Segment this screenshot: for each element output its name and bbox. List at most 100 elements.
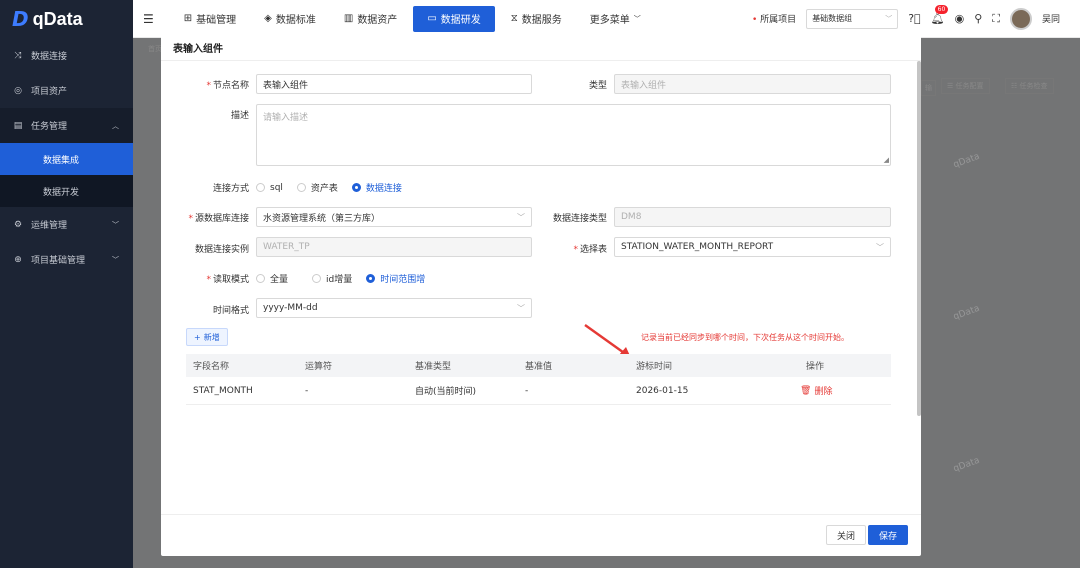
col-base-type: 基准类型 bbox=[415, 362, 452, 372]
menu-toggle-icon[interactable]: ☰ bbox=[143, 12, 154, 26]
plus-icon: + bbox=[194, 332, 201, 342]
type-input[interactable]: 表输入组件 bbox=[614, 74, 891, 94]
radio-time-range[interactable]: 时间范围增 bbox=[366, 272, 425, 285]
nav-basic-management[interactable]: ⊞ 基础管理 bbox=[172, 7, 248, 31]
sidebar-item-ops-management[interactable]: ⚙ 运维管理 ﹀ bbox=[0, 207, 133, 242]
add-row-button[interactable]: + 新增 bbox=[186, 328, 228, 346]
globe-icon: ⊕ bbox=[14, 254, 22, 265]
close-button[interactable]: 关闭 bbox=[825, 525, 866, 545]
table-input-modal: 表输入组件 * 节点名称 表输入组件 类型 表输入组件 描述 请输入描述 ◢ 连接方… bbox=[161, 35, 921, 556]
radio-label: sql bbox=[270, 182, 283, 193]
nav-label: 数据资产 bbox=[357, 15, 398, 26]
modal-footer: 关闭 保存 bbox=[161, 514, 921, 556]
nav-data-rd[interactable]: ▭ 数据研发 bbox=[413, 5, 495, 32]
sidebar-item-data-connection[interactable]: ⤨ 数据连接 bbox=[0, 38, 133, 73]
source-db-label-text: 源数据库连接 bbox=[194, 214, 249, 224]
user-name[interactable]: 吴同 bbox=[1042, 12, 1060, 25]
sidebar-item-label: 数据集成 bbox=[43, 155, 80, 166]
radio-circle bbox=[312, 274, 322, 283]
nav-data-service[interactable]: ⧖ 数据服务 bbox=[499, 7, 574, 31]
sidebar-item-project-assets[interactable]: ◎ 项目资产 bbox=[0, 73, 133, 108]
radio-label: 数据连接 bbox=[365, 184, 402, 194]
node-name-label-text: 节点名称 bbox=[212, 81, 249, 91]
desc-label: 描述 bbox=[230, 111, 249, 121]
resize-handle-icon[interactable]: ◢ bbox=[884, 156, 889, 164]
avatar[interactable] bbox=[1009, 7, 1032, 30]
app-root: D qData ⤨ 数据连接 ◎ 项目资产 ▤ 任务管理 ︿ 数据集成 数据开发… bbox=[0, 0, 1080, 568]
radio-id-incremental[interactable]: id增量 bbox=[312, 272, 352, 285]
help-icon[interactable]: ?⃝ bbox=[908, 12, 920, 25]
sidebar: D qData ⤨ 数据连接 ◎ 项目资产 ▤ 任务管理 ︿ 数据集成 数据开发… bbox=[0, 0, 133, 568]
bg-button-fragment: 输 bbox=[921, 80, 936, 96]
radio-label: 全量 bbox=[270, 275, 289, 285]
nav-more-menu[interactable]: 更多菜单 ﹀ bbox=[578, 7, 653, 31]
chevron-up-icon: ︿ bbox=[112, 121, 119, 130]
bg-task-check-button: ☷ 任务检查 bbox=[1005, 78, 1054, 94]
sidebar-item-project-base[interactable]: ⊕ 项目基础管理 ﹀ bbox=[0, 242, 133, 277]
nav-label: 数据标准 bbox=[275, 15, 316, 26]
source-db-label: * 源数据库连接 bbox=[188, 214, 249, 224]
table-select[interactable]: STATION_WATER_MONTH_REPORT ﹀ bbox=[614, 237, 891, 257]
sidebar-item-task-management[interactable]: ▤ 任务管理 ︿ bbox=[0, 108, 133, 143]
radio-circle bbox=[296, 183, 306, 192]
bell-icon[interactable]: 🔔︎ 60 bbox=[931, 5, 949, 25]
radio-circle bbox=[256, 183, 265, 192]
cell-field: STAT_MONTH bbox=[193, 385, 253, 396]
modal-scrollbar[interactable] bbox=[917, 61, 921, 416]
delete-row-button[interactable]: 🗑︎ 删除 bbox=[800, 384, 832, 398]
sidebar-item-data-integration[interactable]: 数据集成 bbox=[0, 143, 133, 175]
watermark: qData bbox=[952, 303, 982, 323]
save-button[interactable]: 保存 bbox=[867, 525, 908, 545]
radio-circle bbox=[351, 183, 361, 192]
chevron-down-icon: ﹀ bbox=[885, 14, 893, 23]
read-mode-radio-group: 全量 id增量 时间范围增 bbox=[256, 272, 439, 285]
nav-data-standard[interactable]: ◈ 数据标准 bbox=[252, 7, 328, 31]
col-field-name: 字段名称 bbox=[193, 362, 230, 372]
table-header: 字段名称 运算符 基准类型 基准值 游标时间 操作 bbox=[186, 354, 891, 377]
logo: D qData bbox=[0, 0, 133, 38]
top-nav: ⊞ 基础管理 ◈ 数据标准 ▥ 数据资产 ▭ 数据研发 ⧖ 数据服务 更多菜单 ﹀ bbox=[172, 5, 653, 32]
sidebar-item-label: 项目资产 bbox=[31, 87, 68, 97]
project-select-value: 基础数据组 bbox=[812, 14, 853, 23]
chart-icon: ▥ bbox=[343, 13, 354, 24]
project-label-text: 所属项目 bbox=[760, 15, 797, 25]
chevron-down-icon: ﹀ bbox=[517, 212, 525, 222]
search-icon[interactable]: ⚲ bbox=[974, 12, 982, 25]
time-format-label: 时间格式 bbox=[212, 306, 249, 316]
cell-cursor-time: 2026-01-15 bbox=[636, 385, 689, 396]
db-instance-label: 数据连接实例 bbox=[194, 245, 249, 255]
db-instance-input[interactable]: WATER_TP bbox=[256, 237, 532, 257]
fullscreen-icon[interactable]: ⛶ bbox=[992, 12, 1000, 26]
project-select[interactable]: 基础数据组 ﹀ bbox=[806, 8, 899, 29]
github-icon[interactable]: ◉ bbox=[955, 12, 965, 25]
source-db-select[interactable]: 水资源管理系统（第三方库） ﹀ bbox=[256, 207, 532, 227]
hourglass-icon: ⧖ bbox=[510, 13, 518, 24]
radio-full[interactable]: 全量 bbox=[256, 272, 288, 285]
read-mode-label: * 读取模式 bbox=[206, 275, 249, 285]
source-db-value: 水资源管理系统（第三方库） bbox=[263, 213, 381, 224]
table-label-text: 选择表 bbox=[579, 245, 607, 255]
radio-label: id增量 bbox=[326, 275, 353, 285]
cell-operator: - bbox=[305, 385, 309, 396]
nav-data-assets[interactable]: ▥ 数据资产 bbox=[332, 7, 409, 31]
col-operator: 运算符 bbox=[305, 362, 333, 372]
time-format-select[interactable]: yyyy-MM-dd ﹀ bbox=[256, 298, 532, 318]
desc-textarea[interactable]: 请输入描述 ◢ bbox=[256, 104, 891, 166]
sidebar-item-label: 数据连接 bbox=[31, 52, 68, 62]
asset-icon: ◎ bbox=[14, 85, 22, 96]
sidebar-item-label: 任务管理 bbox=[31, 122, 68, 132]
radio-asset-table[interactable]: 资产表 bbox=[296, 181, 338, 194]
task-icon: ▤ bbox=[13, 120, 23, 131]
radio-label: 时间范围增 bbox=[380, 275, 426, 285]
node-name-input[interactable]: 表输入组件 bbox=[256, 74, 532, 94]
watermark: qData bbox=[952, 455, 982, 475]
project-label: • 所属项目 bbox=[751, 15, 797, 25]
cell-base-value: - bbox=[525, 385, 529, 396]
chevron-down-icon: ﹀ bbox=[112, 255, 119, 264]
sidebar-item-data-development[interactable]: 数据开发 bbox=[0, 175, 133, 207]
bg-task-check-label: 任务检查 bbox=[1019, 82, 1048, 90]
radio-data-connection[interactable]: 数据连接 bbox=[351, 181, 402, 194]
radio-sql[interactable]: sql bbox=[256, 183, 283, 193]
db-type-label: 数据连接类型 bbox=[552, 214, 607, 224]
db-type-input[interactable]: DM8 bbox=[614, 207, 891, 227]
